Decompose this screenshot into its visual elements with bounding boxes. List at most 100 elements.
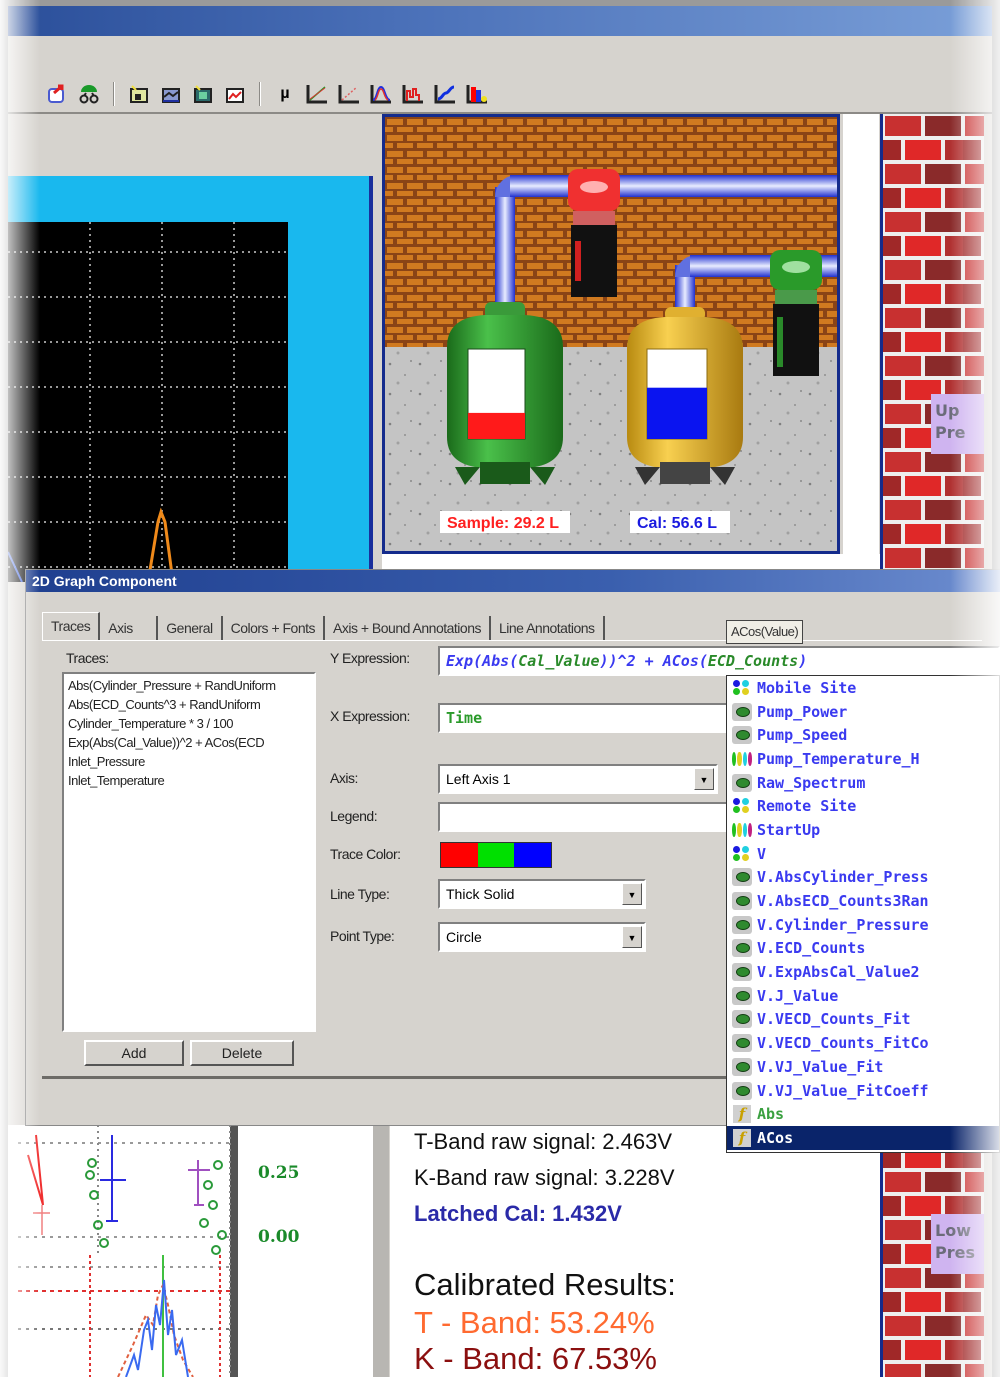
tab-traces[interactable]: Traces [42,612,101,640]
expression-token: ACos( [662,652,708,670]
trace-list-item[interactable]: Abs(Cylinder_Pressure + RandUniform [68,676,310,695]
axis-tick-label: 0.25 [258,1163,300,1183]
autocomplete-item-label: V.ExpAbsCal_Value2 [757,963,920,982]
mu-icon[interactable]: µ [272,81,298,107]
tab-axis-bound-annotations[interactable]: Axis + Bound Annotations [325,616,491,640]
tab-colors-fonts[interactable]: Colors + Fonts [223,616,326,640]
autocomplete-dropdown[interactable]: Mobile Site Pump_Power Pump_Speed Pump_Temp… [726,675,1000,1153]
histogram-icon[interactable] [400,81,426,107]
sample-tank[interactable] [447,302,563,485]
autocomplete-item[interactable]: Pump_Speed [727,723,999,747]
variable-icon [731,986,753,1006]
dialog-title[interactable]: 2D Graph Component [26,570,1000,592]
autocomplete-item[interactable]: V.Cylinder_Pressure [727,913,999,937]
traces-list[interactable]: Abs(Cylinder_Pressure + RandUniform Abs(E… [62,672,316,1032]
autocomplete-item[interactable]: V.VECD_Counts_Fit [727,1008,999,1032]
variable-icon [731,1033,753,1053]
autocomplete-item[interactable]: V.AbsCylinder_Press [727,866,999,890]
lower-pressure-tag[interactable]: Low Pres [931,1214,984,1274]
delete-button[interactable]: Delete [190,1040,294,1066]
trace-list-item[interactable]: Exp(Abs(Cal_Value))^2 + ACos(ECD [68,733,310,752]
site-icon [731,796,753,816]
autocomplete-item[interactable]: f ACos [727,1126,999,1150]
trace-list-item[interactable]: Inlet_Pressure [68,752,310,771]
title-bar[interactable] [8,6,992,36]
autocomplete-item-label: V.VJ_Value_Fit [757,1057,884,1076]
chart-line-icon[interactable] [222,81,248,107]
chevron-down-icon[interactable]: ▼ [622,883,642,905]
trace-color-picker[interactable] [440,842,552,868]
x-expression-input[interactable]: Time [438,703,728,733]
upper-pressure-tag[interactable]: Up Pre [931,394,984,454]
autocomplete-item-label: ACos [757,1128,794,1147]
sample-volume-label: Sample: 29.2 L [447,515,559,532]
tab-line-annotations[interactable]: Line Annotations [491,616,605,640]
line-type-select[interactable]: Thick Solid ▼ [438,879,646,909]
add-button[interactable]: Add [84,1040,184,1066]
toolbar-separator [259,82,261,106]
legend-input[interactable] [438,802,728,832]
axis-select-value: Left Axis 1 [446,771,511,787]
expression-token: ECD_Counts [707,652,799,670]
network-icon[interactable] [76,81,102,107]
variable-icon [731,891,753,911]
point-type-select[interactable]: Circle ▼ [438,922,646,952]
line-graph-icon[interactable] [304,81,330,107]
scatter-point [203,1180,213,1190]
chart-scene-icon[interactable] [158,81,184,107]
cal-tank[interactable] [627,307,743,485]
autocomplete-item[interactable]: V.AbsECD_Counts3Ran [727,889,999,913]
toolbar: µ [8,76,992,114]
y-expression-input[interactable]: Exp(Abs(Cal_Value))^2 + ACos(ECD_Counts) [438,646,1000,676]
autocomplete-item[interactable]: StartUp [727,818,999,842]
trace-list-item[interactable]: Abs(ECD_Counts^3 + RandUniform [68,695,310,714]
toolbar-separator [113,82,115,106]
autocomplete-item[interactable]: f Abs [727,1102,999,1126]
spline-icon[interactable] [432,81,458,107]
cal-pump[interactable] [770,250,822,376]
variable-icon [731,867,753,887]
variable-icon [731,725,753,745]
autocomplete-item[interactable]: Raw_Spectrum [727,771,999,795]
trace-color-swatch [441,843,478,867]
t-band-raw-signal: T-Band raw signal: 2.463V [414,1129,673,1154]
autocomplete-item-label: V.VECD_Counts_FitCo [757,1034,929,1053]
autocomplete-item[interactable]: V.J_Value [727,984,999,1008]
autocomplete-item[interactable]: V [727,842,999,866]
line-graph-red-icon[interactable] [336,81,362,107]
trace-list-item[interactable]: Inlet_Temperature [68,771,310,790]
trace-list-item[interactable]: Cylinder_Temperature * 3 / 100 [68,714,310,733]
tab-general[interactable]: General [158,616,223,640]
chart-wizard-icon[interactable] [126,81,152,107]
autocomplete-item[interactable]: V.VJ_Value_FitCoeff [727,1079,999,1103]
cal-level-fill [647,387,707,439]
calibrated-results-heading: Calibrated Results: [414,1267,676,1302]
autocomplete-item[interactable]: V.ECD_Counts [727,937,999,961]
tab-strip-divider [42,640,982,641]
chart-image-icon[interactable] [190,81,216,107]
autocomplete-item[interactable]: Remote Site [727,794,999,818]
autocomplete-item-label: V.AbsCylinder_Press [757,868,929,887]
sample-pump[interactable] [568,169,620,297]
autocomplete-item[interactable]: Mobile Site [727,676,999,700]
traces-label: Traces: [66,650,109,666]
k-band-raw-signal: K-Band raw signal: 3.228V [414,1165,675,1190]
bar-chart-icon[interactable] [464,81,490,107]
autocomplete-item[interactable]: Pump_Power [727,700,999,724]
export-icon[interactable] [44,81,70,107]
spectrum-chart[interactable]: 0.25 0.00 [8,1125,373,1377]
chevron-down-icon[interactable]: ▼ [694,768,714,790]
bell-curve-icon[interactable] [368,81,394,107]
autocomplete-item[interactable]: V.VECD_Counts_FitCo [727,1031,999,1055]
axis-select[interactable]: Left Axis 1 ▼ [438,764,718,794]
tab-axis[interactable]: Axis [100,616,159,640]
autocomplete-item[interactable]: V.VJ_Value_Fit [727,1055,999,1079]
autocomplete-item[interactable]: V.ExpAbsCal_Value2 [727,960,999,984]
variable-icon [731,1057,753,1077]
chevron-down-icon[interactable]: ▼ [622,926,642,948]
scatter-point [99,1238,109,1248]
autocomplete-item[interactable]: Pump_Temperature_H [727,747,999,771]
error-bar [27,1134,44,1206]
waveform-plot-area[interactable] [8,222,288,582]
expression-token: ))^2 + [599,652,663,670]
